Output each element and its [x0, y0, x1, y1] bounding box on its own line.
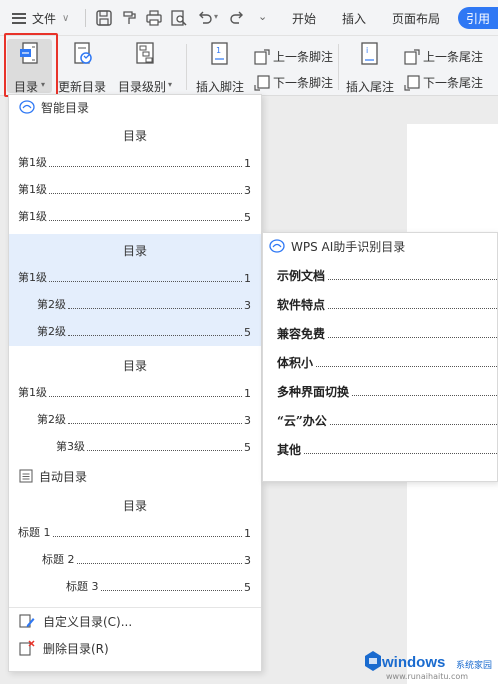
update-toc-label: 更新目录 — [58, 80, 107, 94]
ai-toc-line: 体积小 — [277, 353, 498, 371]
update-toc-icon — [74, 42, 92, 64]
smart-toc-header: 智能目录 — [9, 96, 261, 118]
undo-icon[interactable] — [196, 9, 214, 27]
watermark-url: www.runaihaitu.com — [386, 672, 469, 681]
chevron-down-icon: ∨ — [62, 12, 70, 24]
redo-icon[interactable] — [228, 9, 246, 27]
toc-template-3[interactable]: 目录 第1级 1 第2级 3 第3级 5 — [9, 349, 261, 461]
toc-template-1[interactable]: 目录 第1级 1 第1级 3 第1级 5 — [9, 119, 261, 227]
smart-toc-header-label: 智能目录 — [41, 100, 90, 115]
toc-level-icon — [136, 42, 154, 64]
toc-dropdown: 智能目录 目录 第1级 1 第1级 3 第1级 5 目录 第1级 1 第2级 3 第2级 5… — [8, 94, 262, 672]
auto-toc-icon — [19, 469, 33, 483]
next-endnote-button[interactable]: 下一条尾注 — [404, 74, 483, 91]
toc-line: 第3级 5 — [56, 440, 251, 454]
insert-footnote-label: 插入脚注 — [196, 80, 245, 94]
next-footnote-icon — [254, 74, 270, 91]
delete-toc-icon — [19, 640, 35, 656]
ribbon-separator — [338, 44, 339, 90]
ai-toc-line: 其他 — [277, 440, 498, 458]
insert-footnote-button[interactable]: 1 插入脚注 — [194, 40, 246, 96]
next-footnote-button[interactable]: 下一条脚注 — [254, 74, 333, 91]
file-menu[interactable]: 文件 ∨ — [12, 0, 69, 36]
toc-line: 第2级 5 — [37, 325, 251, 339]
highlight-frame — [4, 33, 58, 97]
toc-template-title: 目录 — [122, 359, 147, 373]
toc-template-2[interactable]: 目录 第1级 1 第2级 3 第2级 5 — [9, 234, 261, 346]
toc-level-label: 目录级别 — [118, 80, 167, 94]
toc-template-title: 目录 — [122, 129, 147, 143]
toc-line: 第2级 3 — [37, 413, 251, 427]
ai-cloud-icon — [269, 239, 285, 253]
toc-template-title: 目录 — [122, 499, 147, 513]
title-bar: 文件 ∨ ▾ ⌄ 开始 插入 页面布局 引用 — [0, 0, 498, 36]
tab-insert[interactable]: 插入 — [342, 10, 366, 27]
save-icon[interactable] — [95, 9, 113, 27]
ai-toc-header-label: WPS AI助手识别目录 — [291, 239, 406, 254]
hamburger-icon — [12, 12, 26, 24]
insert-endnote-label: 插入尾注 — [346, 80, 395, 94]
prev-footnote-icon — [254, 48, 270, 65]
custom-toc-icon — [19, 614, 35, 628]
custom-toc-label: 自定义目录(C)... — [43, 614, 133, 629]
toc-line: 第2级 3 — [37, 298, 251, 312]
next-endnote-icon — [404, 74, 420, 91]
toc-template-4[interactable]: 目录 标题 11 标题 23 标题 35 — [9, 489, 261, 601]
ai-toc-header: WPS AI助手识别目录 — [269, 236, 405, 256]
print-preview-icon[interactable] — [170, 9, 188, 27]
ai-toc-line: 兼容免费 — [277, 324, 498, 342]
ai-toc-line: 软件特点 — [277, 295, 498, 313]
update-toc-button[interactable]: 更新目录 — [58, 40, 110, 96]
print-icon[interactable] — [145, 9, 163, 27]
file-label: 文件 — [32, 11, 57, 26]
format-painter-icon[interactable] — [120, 9, 138, 27]
toc-line: 第1级 5 — [18, 210, 251, 224]
delete-toc-menu-item[interactable]: 删除目录(R) — [9, 636, 261, 660]
prev-endnote-button[interactable]: 上一条尾注 — [404, 48, 483, 65]
prev-endnote-icon — [404, 48, 420, 65]
watermark-brand: windows — [382, 654, 446, 671]
ai-toc-line: 多种界面切换 — [277, 382, 498, 400]
toc-line: 标题 11 — [18, 526, 251, 540]
custom-toc-menu-item[interactable]: 自定义目录(C)... — [9, 609, 261, 633]
next-endnote-label: 下一条尾注 — [423, 76, 484, 90]
toc-template-title: 目录 — [122, 244, 147, 258]
insert-footnote-icon: 1 — [211, 42, 228, 65]
watermark-sub: 系统家园 — [456, 661, 493, 671]
toc-line: 标题 35 — [66, 580, 251, 594]
auto-toc-header-label: 自动目录 — [39, 469, 88, 484]
svg-text:1: 1 — [216, 46, 221, 55]
ribbon-separator — [186, 44, 187, 90]
menu-divider — [9, 607, 261, 608]
tab-references[interactable]: 引用 — [458, 7, 498, 29]
watermark: windows 系统家园 www.runaihaitu.com — [362, 646, 498, 684]
ai-toc-line: 示例文档 — [277, 266, 498, 284]
auto-toc-header: 自动目录 — [9, 465, 261, 487]
ai-cloud-icon — [19, 100, 35, 114]
prev-footnote-label: 上一条脚注 — [273, 50, 334, 64]
toc-line: 第1级 1 — [18, 386, 251, 400]
toc-line: 标题 23 — [42, 553, 251, 567]
toc-line: 第1级 1 — [18, 156, 251, 170]
undo-dropdown-icon[interactable]: ▾ — [214, 12, 218, 21]
insert-endnote-icon: i — [361, 42, 378, 65]
svg-text:i: i — [366, 46, 368, 55]
toc-line: 第1级 1 — [18, 271, 251, 285]
toc-level-button[interactable]: 目录级别 ▾ — [116, 40, 176, 96]
toc-line: 第1级 3 — [18, 183, 251, 197]
delete-toc-label: 删除目录(R) — [43, 641, 109, 656]
prev-endnote-label: 上一条尾注 — [423, 50, 484, 64]
windows-logo-icon — [365, 651, 381, 671]
ai-toc-line: “云”办公 — [277, 411, 498, 429]
tab-start[interactable]: 开始 — [292, 10, 316, 27]
customize-toolbar-icon[interactable]: ⌄ — [258, 10, 267, 23]
chevron-down-icon: ▾ — [168, 80, 173, 89]
insert-endnote-button[interactable]: i 插入尾注 — [344, 40, 396, 96]
tab-page-layout[interactable]: 页面布局 — [392, 10, 440, 27]
prev-footnote-button[interactable]: 上一条脚注 — [254, 48, 333, 65]
next-footnote-label: 下一条脚注 — [273, 76, 334, 90]
ai-toc-panel[interactable]: WPS AI助手识别目录 示例文档 软件特点 兼容免费 体积小 多种界面切换 “… — [262, 232, 498, 482]
